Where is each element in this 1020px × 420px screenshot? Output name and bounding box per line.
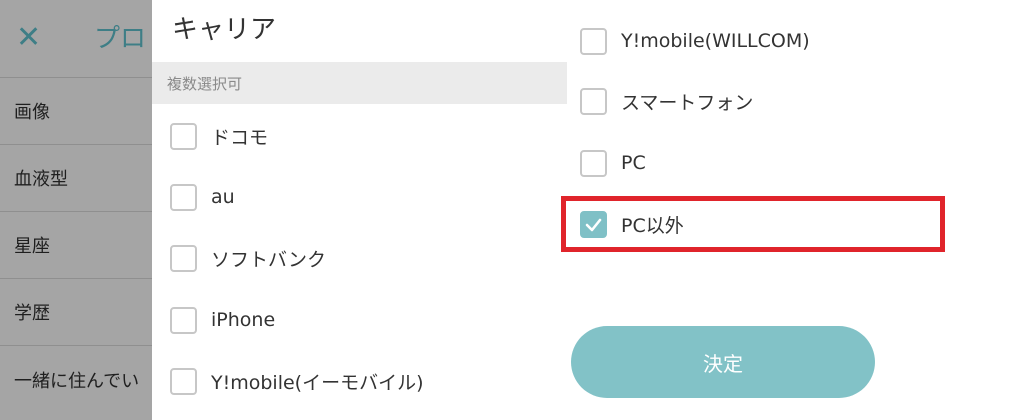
option-label: Y!mobile(イーモバイル) [211, 371, 424, 394]
option-softbank[interactable]: ソフトバンク [170, 238, 326, 278]
option-label: Y!mobile(WILLCOM) [621, 30, 810, 52]
background-header: ✕ プロ [0, 0, 152, 78]
confirm-button[interactable]: 決定 [571, 326, 875, 398]
option-iphone[interactable]: iPhone [170, 300, 275, 340]
background-row-living-with: 一緒に住んでい [14, 370, 140, 392]
checkbox[interactable] [580, 27, 607, 55]
option-smartphone[interactable]: スマートフォン [580, 81, 753, 121]
background-row-education: 学歴 [0, 279, 152, 346]
option-label: ドコモ [211, 126, 269, 149]
checkbox[interactable] [580, 87, 607, 115]
option-ymobile-emobile[interactable]: Y!mobile(イーモバイル) [170, 361, 424, 401]
checkbox[interactable] [170, 183, 197, 211]
background-page: ✕ プロ 画像 血液型 星座 学歴 一緒に住んでい [0, 0, 152, 420]
checkbox[interactable] [170, 367, 197, 395]
option-label: iPhone [211, 309, 276, 331]
highlight-box [561, 196, 945, 252]
checkbox[interactable] [580, 149, 607, 177]
option-au[interactable]: au [170, 177, 235, 217]
close-icon: ✕ [16, 20, 42, 55]
option-label: ソフトバンク [211, 248, 326, 271]
option-pc[interactable]: PC [580, 143, 646, 183]
background-title: プロ [94, 24, 147, 54]
option-docomo[interactable]: ドコモ [170, 116, 268, 156]
background-row-blood-type: 血液型 [0, 145, 152, 212]
option-label: au [211, 186, 235, 208]
option-ymobile-willcom[interactable]: Y!mobile(WILLCOM) [580, 21, 810, 61]
checkbox[interactable] [170, 122, 197, 150]
checkbox[interactable] [170, 244, 197, 272]
dialog-subtitle: 複数選択可 [167, 75, 243, 93]
dialog-subtitle-bar: 複数選択可 [152, 62, 567, 104]
checkbox[interactable] [170, 306, 197, 334]
dialog-title: キャリア [172, 15, 277, 45]
background-row-zodiac: 星座 [0, 212, 152, 279]
option-label: PC [621, 152, 646, 174]
background-row-image: 画像 [0, 78, 152, 145]
option-label: スマートフォン [621, 91, 754, 114]
